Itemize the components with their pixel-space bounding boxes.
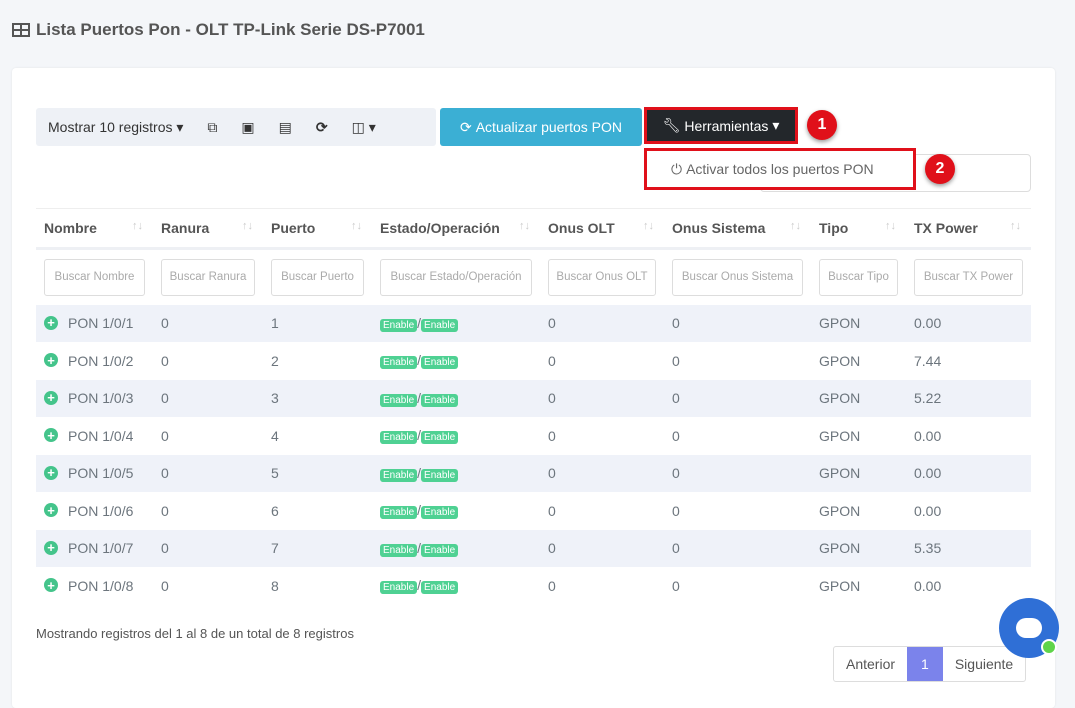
operation-badge: Enable — [421, 543, 459, 557]
operation-badge: Enable — [421, 318, 459, 332]
column-filter-input[interactable]: Buscar TX Power — [914, 258, 1023, 296]
table-row: + PON 1/0/4 0 4 Enable / Enable 0 0 GPON 0.… — [36, 417, 1031, 455]
sort-icon: ↑↓ — [643, 220, 654, 232]
state-badge: Enable — [380, 543, 418, 557]
state-badge: Enable — [380, 431, 418, 445]
column-header[interactable]: Onus Sistema ↑↓ — [664, 208, 811, 250]
activate-all-pon-menu-item[interactable]: ⏻ Activar todos los puertos PON — [644, 148, 916, 190]
expand-icon[interactable]: + — [44, 578, 58, 593]
filter-placeholder: Buscar Puerto — [281, 271, 354, 284]
update-pon-button[interactable]: ⟳ Actualizar puertos PON — [440, 108, 642, 146]
column-header[interactable]: Nombre ↑↓ — [36, 208, 153, 250]
sort-icon: ↑↓ — [790, 220, 801, 232]
table-row: + PON 1/0/3 0 3 Enable / Enable 0 0 GPON 5.… — [36, 379, 1031, 417]
filter-placeholder: Buscar Nombre — [54, 271, 135, 284]
column-filter-input[interactable]: Buscar Tipo — [819, 258, 898, 296]
expand-icon[interactable]: + — [44, 428, 58, 443]
operation-badge: Enable — [421, 356, 459, 370]
filter-placeholder: Buscar TX Power — [923, 271, 1014, 284]
sort-icon: ↑↓ — [242, 220, 253, 232]
table-row: + PON 1/0/2 0 2 Enable / Enable 0 0 GPON 7.… — [36, 342, 1031, 380]
filter-placeholder: Buscar Estado/Operación — [390, 271, 522, 284]
expand-icon[interactable]: + — [44, 465, 58, 480]
online-status-dot — [1041, 639, 1057, 655]
column-header[interactable]: Puerto ↑↓ — [263, 208, 372, 250]
table-row: + PON 1/0/7 0 7 Enable / Enable 0 0 GPON 5.… — [36, 529, 1031, 567]
page-1-button[interactable]: 1 — [907, 647, 943, 681]
step-marker-1: 1 — [807, 110, 837, 140]
table-row: + PON 1/0/8 0 8 Enable / Enable 0 0 GPON 0.… — [36, 567, 1031, 605]
table-row: + PON 1/0/6 0 6 Enable / Enable 0 0 GPON 0.… — [36, 492, 1031, 530]
step-marker-2: 2 — [925, 154, 955, 184]
table-row: + PON 1/0/5 0 5 Enable / Enable 0 0 GPON 0.… — [36, 454, 1031, 492]
caret-down-icon: ▾ — [772, 117, 780, 133]
pagination: Anterior 1 Siguiente — [833, 646, 1027, 682]
sort-icon: ↑↓ — [885, 220, 896, 232]
column-filter-input[interactable]: Buscar Onus Sistema — [672, 258, 803, 296]
expand-icon[interactable]: + — [44, 353, 58, 368]
column-filter-input[interactable]: Buscar Ranura — [161, 258, 255, 296]
expand-icon[interactable]: + — [44, 540, 58, 555]
operation-badge: Enable — [421, 431, 459, 445]
state-badge: Enable — [380, 506, 418, 520]
export-toolbar: Mostrar 10 registros ▾ ⧉ ▣ ▤ ⟳ ◫ ▾ — [36, 108, 436, 146]
column-header[interactable]: Tipo ↑↓ — [811, 208, 906, 250]
table-row: + PON 1/0/1 0 1 Enable / Enable 0 0 GPON 0.… — [36, 304, 1031, 342]
tools-button[interactable]: 🔧︎ Herramientas ▾ — [644, 107, 798, 144]
sort-icon: ↑↓ — [351, 220, 362, 232]
column-filter-input[interactable]: Buscar Nombre — [44, 258, 145, 296]
column-header[interactable]: Ranura ↑↓ — [153, 208, 263, 250]
refresh-icon[interactable]: ⟳ — [304, 119, 340, 136]
filter-placeholder: Buscar Ranura — [169, 271, 247, 284]
columns-icon[interactable]: ◫ ▾ — [340, 119, 388, 136]
operation-badge: Enable — [421, 393, 459, 407]
show-entries-button[interactable]: Mostrar 10 registros ▾ — [36, 119, 195, 136]
page-title: Lista Puertos Pon - OLT TP-Link Serie DS… — [12, 20, 425, 40]
sort-icon: ↑↓ — [519, 220, 530, 232]
sort-icon: ↑↓ — [132, 220, 143, 232]
state-badge: Enable — [380, 468, 418, 482]
refresh-icon: ⟳ — [459, 118, 472, 135]
expand-icon[interactable]: + — [44, 390, 58, 405]
filter-row: Buscar Nombre Buscar Ranura Buscar Puerto B… — [36, 249, 1031, 305]
operation-badge: Enable — [421, 468, 459, 482]
column-filter-input[interactable]: Buscar Puerto — [271, 258, 364, 296]
expand-icon[interactable]: + — [44, 315, 58, 330]
pon-ports-table: Nombre ↑↓ Ranura ↑↓ Puerto ↑↓ Estado/Operación… — [36, 208, 1031, 605]
filter-placeholder: Buscar Onus Sistema — [681, 271, 794, 284]
state-badge: Enable — [380, 318, 418, 332]
copy-icon[interactable]: ⧉ — [195, 119, 229, 136]
table-icon — [12, 23, 30, 37]
table-info: Mostrando registros del 1 al 8 de un tot… — [36, 626, 354, 641]
column-header[interactable]: TX Power ↑↓ — [906, 208, 1031, 250]
power-icon: ⏻ — [671, 160, 683, 177]
excel-icon[interactable]: ▣ — [229, 119, 266, 136]
prev-page-button[interactable]: Anterior — [834, 647, 907, 681]
operation-badge: Enable — [421, 506, 459, 520]
chat-bubble-icon — [1016, 618, 1042, 638]
state-badge: Enable — [380, 356, 418, 370]
wrench-icon: 🔧︎ — [662, 117, 681, 133]
state-badge: Enable — [380, 393, 418, 407]
column-filter-input[interactable]: Buscar Estado/Operación — [380, 258, 532, 296]
filter-placeholder: Buscar Tipo — [828, 271, 889, 284]
column-header[interactable]: Onus OLT ↑↓ — [540, 208, 664, 250]
expand-icon[interactable]: + — [44, 503, 58, 518]
operation-badge: Enable — [421, 581, 459, 595]
column-filter-input[interactable]: Buscar Onus OLT — [548, 258, 656, 296]
filter-placeholder: Buscar Onus OLT — [556, 271, 648, 284]
column-header[interactable]: Estado/Operación ↑↓ — [372, 208, 540, 250]
state-badge: Enable — [380, 581, 418, 595]
sort-icon: ↑↓ — [1010, 220, 1021, 232]
csv-icon[interactable]: ▤ — [267, 119, 304, 136]
